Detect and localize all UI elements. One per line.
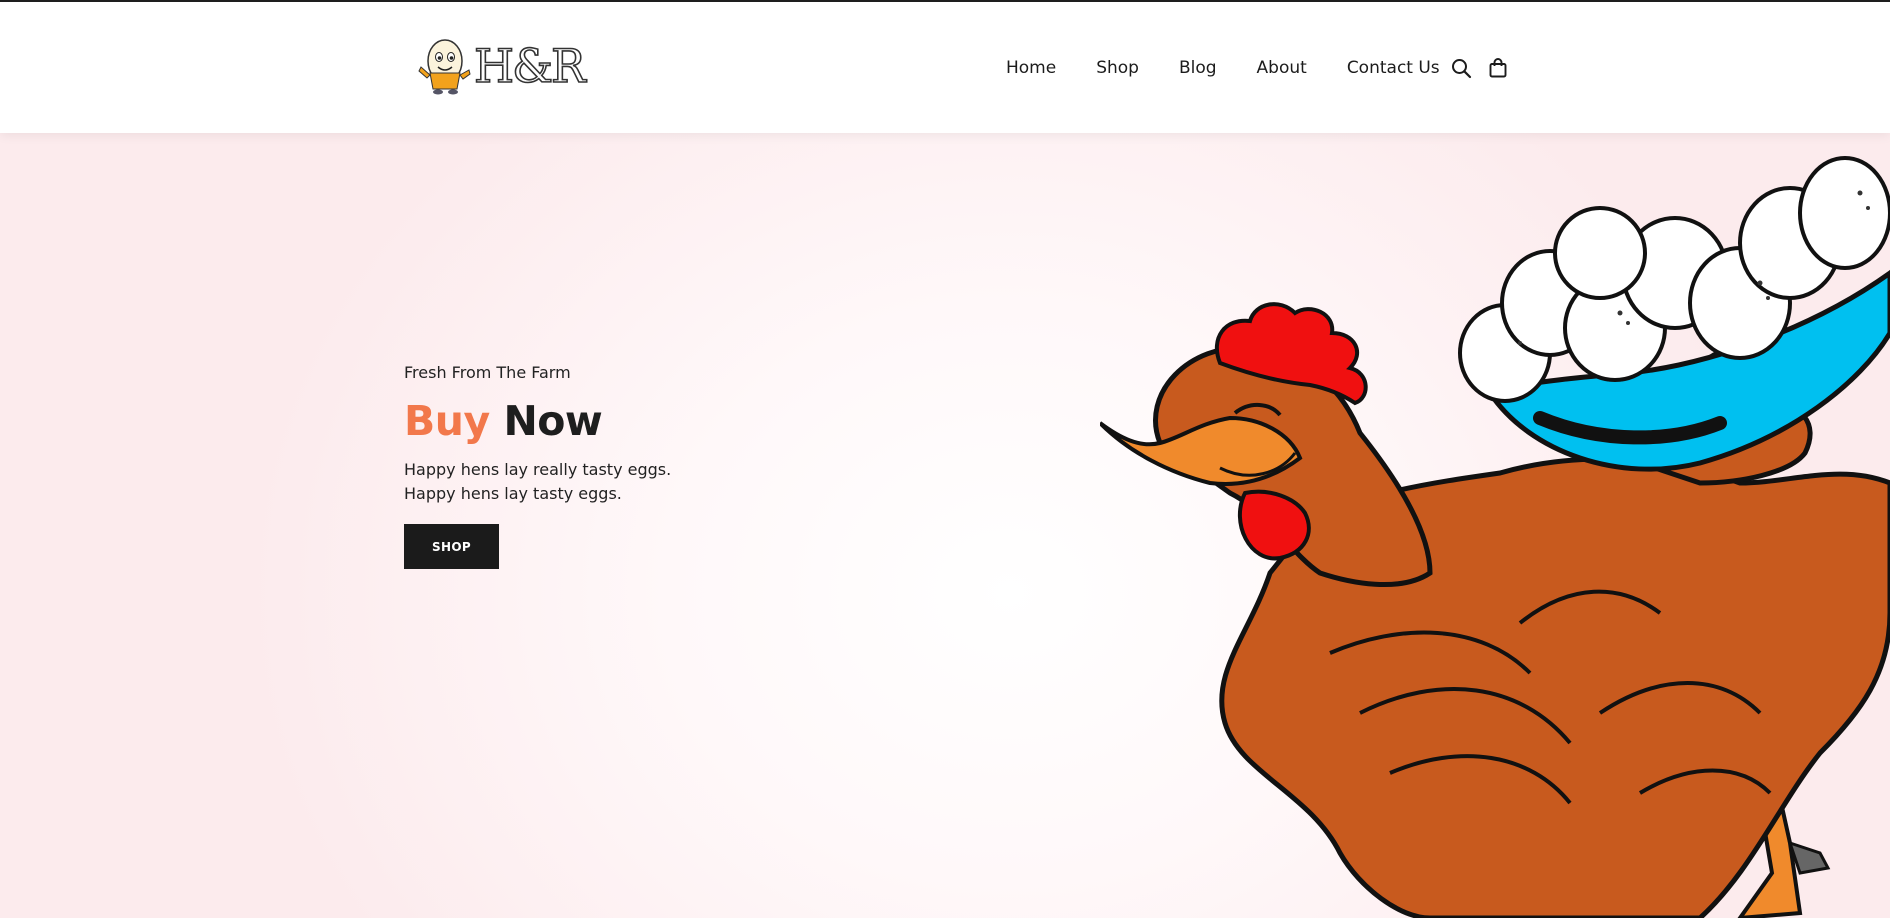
hero-description-line: Happy hens lay tasty eggs. bbox=[404, 484, 622, 503]
search-icon[interactable] bbox=[1450, 57, 1472, 79]
hero-description: Happy hens lay really tasty eggs. Happy … bbox=[404, 458, 904, 506]
nav-shop[interactable]: Shop bbox=[1096, 56, 1139, 80]
nav-home[interactable]: Home bbox=[1006, 56, 1056, 80]
hen-with-egg-bowl-illustration bbox=[1100, 156, 1890, 918]
nav-blog[interactable]: Blog bbox=[1179, 56, 1217, 80]
hero-title: Buy Now bbox=[404, 396, 904, 446]
site-header: H&R Home Shop Blog About Contact Us bbox=[0, 2, 1890, 133]
shop-button[interactable]: SHOP bbox=[404, 524, 499, 569]
hero-title-accent: Buy bbox=[404, 397, 490, 445]
hero-description-line: Happy hens lay really tasty eggs. bbox=[404, 460, 672, 479]
logo-text: H&R bbox=[473, 39, 586, 93]
hero-title-main: Now bbox=[503, 397, 603, 445]
hero-banner: Fresh From The Farm Buy Now Happy hens l… bbox=[0, 133, 1890, 918]
brand-logo[interactable]: H&R bbox=[418, 36, 586, 96]
egg-mascot-icon bbox=[418, 39, 471, 95]
nav-about[interactable]: About bbox=[1257, 56, 1307, 80]
nav-contact-us[interactable]: Contact Us bbox=[1347, 56, 1440, 80]
header-icons bbox=[1450, 57, 1509, 79]
shopping-bag-icon[interactable] bbox=[1487, 57, 1509, 79]
hero-text-block: Fresh From The Farm Buy Now Happy hens l… bbox=[404, 362, 904, 569]
page: H&R Home Shop Blog About Contact Us Fres… bbox=[0, 0, 1890, 918]
main-nav: Home Shop Blog About Contact Us bbox=[1006, 56, 1440, 80]
hero-eyebrow: Fresh From The Farm bbox=[404, 363, 571, 382]
